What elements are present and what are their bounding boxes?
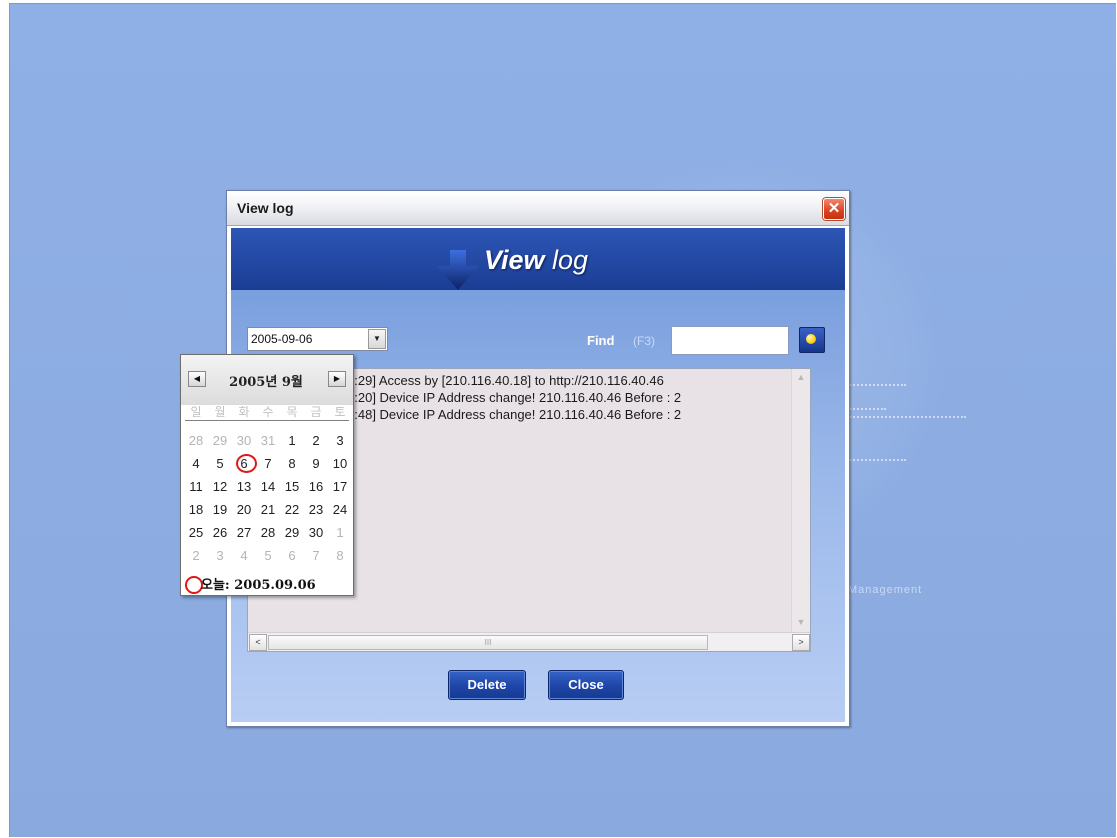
calendar-weekday: 토 bbox=[334, 405, 346, 419]
header-title: View log bbox=[484, 245, 588, 276]
calendar-weekday: 수 bbox=[262, 405, 274, 419]
search-icon-glyph bbox=[806, 334, 816, 344]
calendar-day[interactable]: 10 bbox=[328, 456, 352, 471]
calendar-week-row: 28 29 30 31 1 2 3 bbox=[184, 433, 352, 451]
scroll-left-button[interactable]: < bbox=[249, 634, 267, 651]
calendar-day[interactable]: 4 bbox=[232, 548, 256, 563]
calendar-day[interactable]: 19 bbox=[208, 502, 232, 517]
scroll-right-button[interactable]: > bbox=[792, 634, 810, 651]
vertical-scrollbar[interactable]: ▲ ▼ bbox=[791, 369, 810, 632]
calendar-day[interactable]: 5 bbox=[208, 456, 232, 471]
calendar-day[interactable]: 25 bbox=[184, 525, 208, 540]
calendar-day[interactable]: 1 bbox=[328, 525, 352, 540]
selected-day-marker bbox=[236, 454, 257, 473]
calendar-day[interactable]: 30 bbox=[304, 525, 328, 540]
calendar-day[interactable]: 3 bbox=[208, 548, 232, 563]
calendar-divider bbox=[185, 420, 349, 421]
calendar-day[interactable]: 9 bbox=[304, 456, 328, 471]
calendar-day[interactable]: 14 bbox=[256, 479, 280, 494]
calendar-day[interactable]: 29 bbox=[208, 433, 232, 448]
calendar-week-row: 4 5 6 7 8 9 10 bbox=[184, 456, 352, 474]
calendar-day[interactable]: 22 bbox=[280, 502, 304, 517]
calendar-day[interactable]: 7 bbox=[304, 548, 328, 563]
next-month-button[interactable]: ▶ bbox=[328, 371, 346, 387]
dialog-header-banner: View log bbox=[231, 228, 845, 290]
calendar-day[interactable]: 8 bbox=[280, 456, 304, 471]
calendar-header: ◀ 2005년 9월 ▶ bbox=[181, 355, 353, 405]
header-title-bold: View bbox=[484, 245, 545, 275]
horizontal-scroll-thumb[interactable]: III bbox=[268, 635, 708, 650]
calendar-day[interactable]: 15 bbox=[280, 479, 304, 494]
calendar-weekday-row: 일월화수목금토 bbox=[184, 403, 352, 421]
close-button[interactable]: Close bbox=[548, 670, 624, 700]
calendar-day[interactable]: 21 bbox=[256, 502, 280, 517]
background-dotted-line bbox=[846, 416, 966, 420]
calendar-day[interactable]: 5 bbox=[256, 548, 280, 563]
calendar-day[interactable]: 24 bbox=[328, 502, 352, 517]
find-shortcut-hint: (F3) bbox=[633, 334, 655, 348]
calendar-day[interactable]: 29 bbox=[280, 525, 304, 540]
calendar-weekday: 금 bbox=[310, 405, 322, 419]
calendar-day[interactable]: 4 bbox=[184, 456, 208, 471]
calendar-weekday: 화 bbox=[238, 405, 250, 419]
header-title-rest: log bbox=[544, 245, 589, 275]
date-value: 2005-09-06 bbox=[251, 332, 313, 346]
calendar-weekday: 목 bbox=[286, 405, 298, 419]
calendar-day[interactable]: 18 bbox=[184, 502, 208, 517]
scroll-up-icon[interactable]: ▲ bbox=[795, 372, 807, 384]
calendar-weekday: 월 bbox=[214, 405, 226, 419]
background-watermark: Management bbox=[848, 584, 923, 596]
calendar-day[interactable]: 7 bbox=[256, 456, 280, 471]
calendar-day[interactable]: 26 bbox=[208, 525, 232, 540]
calendar-day[interactable]: 8 bbox=[328, 548, 352, 563]
delete-button[interactable]: Delete bbox=[448, 670, 526, 700]
calendar-day[interactable]: 16 bbox=[304, 479, 328, 494]
calendar-weekday: 일 bbox=[190, 405, 202, 419]
down-arrow-icon bbox=[437, 250, 479, 290]
calendar-day[interactable]: 27 bbox=[232, 525, 256, 540]
horizontal-scrollbar[interactable]: < III > bbox=[248, 632, 810, 651]
calendar-day[interactable]: 30 bbox=[232, 433, 256, 448]
calendar-day[interactable]: 13 bbox=[232, 479, 256, 494]
calendar-day[interactable]: 6 bbox=[280, 548, 304, 563]
dialog-title: View log bbox=[237, 200, 294, 216]
calendar-day[interactable]: 12 bbox=[208, 479, 232, 494]
calendar-day[interactable]: 2 bbox=[304, 433, 328, 448]
background-dotted-line bbox=[846, 408, 886, 412]
calendar-week-row: 11 12 13 14 15 16 17 bbox=[184, 479, 352, 497]
calendar-week-row: 2345678 bbox=[184, 548, 352, 566]
calendar-day[interactable]: 31 bbox=[256, 433, 280, 448]
background-dotted-line bbox=[846, 384, 906, 388]
calendar-day[interactable]: 3 bbox=[328, 433, 352, 448]
calendar-today-link[interactable]: 오늘: 2005.09.06 bbox=[201, 574, 316, 593]
background-dotted-line bbox=[846, 459, 906, 463]
calendar-week-row: 18 19 20 21 22 23 24 bbox=[184, 502, 352, 520]
calendar-day[interactable]: 20 bbox=[232, 502, 256, 517]
scroll-down-icon[interactable]: ▼ bbox=[795, 617, 807, 629]
prev-month-button[interactable]: ◀ bbox=[188, 371, 206, 387]
calendar-day[interactable]: 28 bbox=[256, 525, 280, 540]
date-select[interactable]: 2005-09-06 ▼ bbox=[247, 327, 388, 351]
calendar-day[interactable]: 1 bbox=[280, 433, 304, 448]
find-input[interactable] bbox=[671, 326, 789, 355]
calendar-day[interactable]: 11 bbox=[184, 479, 208, 494]
calendar-day[interactable]: 23 bbox=[304, 502, 328, 517]
chevron-down-icon[interactable]: ▼ bbox=[368, 329, 386, 349]
date-picker-popup: ◀ 2005년 9월 ▶ 일월화수목금토 28 29 30 31 1 2 3 4 5 6 7 8 9 10… bbox=[180, 354, 354, 596]
find-label: Find bbox=[587, 333, 615, 348]
close-icon[interactable]: ✕ bbox=[823, 198, 845, 220]
calendar-day[interactable]: 2 bbox=[184, 548, 208, 563]
calendar-month-title: 2005년 9월 bbox=[229, 375, 303, 390]
search-icon[interactable] bbox=[799, 327, 825, 353]
calendar-day[interactable]: 17 bbox=[328, 479, 352, 494]
dialog-titlebar[interactable]: View log ✕ bbox=[227, 191, 849, 226]
calendar-day[interactable]: 28 bbox=[184, 433, 208, 448]
calendar-week-row: 25 26 27 28 29 30 1 bbox=[184, 525, 352, 543]
